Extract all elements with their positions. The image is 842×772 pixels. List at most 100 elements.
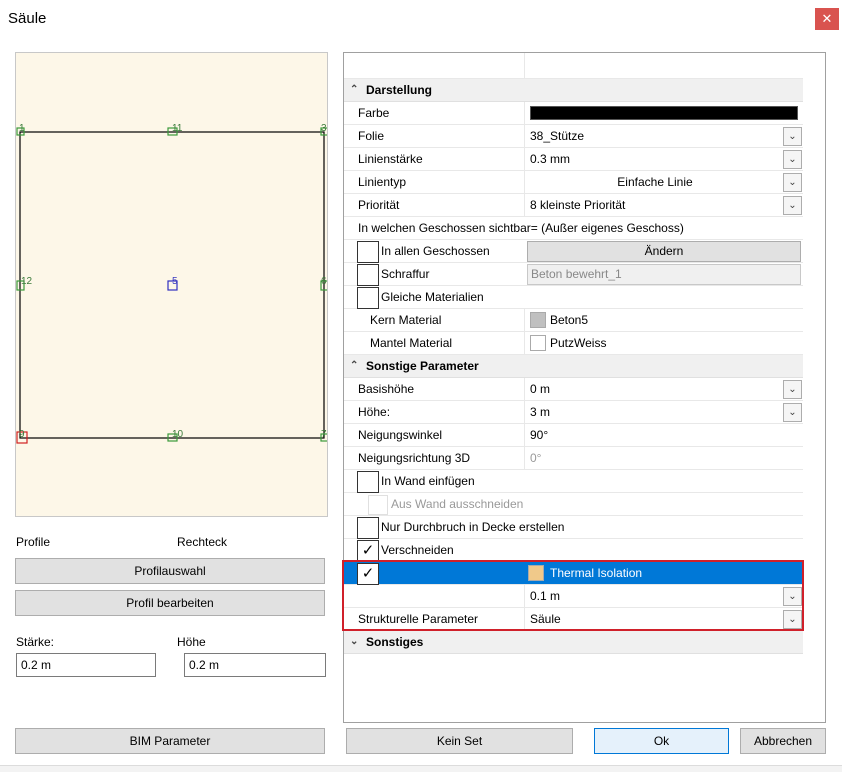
hoehe-grid-label: Höhe:	[344, 401, 525, 424]
close-icon: ✕	[821, 11, 833, 26]
hoehe-label: Höhe	[177, 635, 206, 649]
point-label-10: 10	[172, 429, 184, 440]
point-label-5: 5	[172, 276, 178, 287]
row-hoehe: Höhe: 3 m ⌄	[344, 401, 804, 424]
chevron-down-icon[interactable]: ⌄	[783, 173, 802, 192]
point-label-7: 7	[321, 429, 327, 440]
folie-label: Folie	[344, 125, 525, 148]
in-allen-checkbox[interactable]	[357, 241, 379, 263]
window-title: Säule	[8, 10, 47, 27]
chevron-down-icon[interactable]: ⌄	[783, 196, 802, 215]
nur-durchbruch-checkbox[interactable]	[357, 517, 379, 539]
row-linienstaerke: Linienstärke 0.3 mm ⌄	[344, 148, 804, 171]
profile-value: Rechteck	[177, 535, 228, 549]
section-label: Sonstiges	[366, 635, 424, 649]
point-label-6: 6	[321, 276, 327, 287]
chevron-down-icon[interactable]: ⌄	[783, 150, 802, 169]
close-button[interactable]: ✕	[815, 8, 839, 30]
bim-parameter-button[interactable]: BIM Parameter	[15, 728, 325, 754]
kern-material-value[interactable]: Beton5	[526, 309, 804, 332]
row-verschneiden: ✓ Verschneiden	[344, 539, 804, 562]
row-gleiche-materialien: Gleiche Materialien	[344, 286, 804, 309]
verschneiden-label: Verschneiden	[381, 543, 454, 557]
chevron-down-icon[interactable]: ⌄	[783, 127, 802, 146]
neigungsrichtung-value[interactable]: 0°	[526, 447, 804, 470]
row-schraffur: Schraffur Beton bewehrt_1	[344, 263, 804, 286]
section-label: Darstellung	[366, 83, 433, 97]
row-in-wand: In Wand einfügen	[344, 470, 804, 493]
prioritaet-label: Priorität	[344, 194, 525, 217]
folie-value: 38_Stütze	[530, 129, 585, 143]
profil-bearbeiten-button[interactable]: Profil bearbeiten	[15, 590, 325, 616]
schraffur-field[interactable]: Beton bewehrt_1	[527, 264, 801, 285]
row-neigungsrichtung: Neigungsrichtung 3D 0°	[344, 447, 804, 470]
schraffur-label: Schraffur	[381, 267, 430, 281]
profilauswahl-button[interactable]: Profilauswahl	[15, 558, 325, 584]
section-darstellung[interactable]: ⌃ Darstellung	[344, 79, 804, 102]
row-kern-material: Kern Material Beton5	[344, 309, 804, 332]
linienstaerke-select[interactable]: 0.3 mm ⌄	[526, 148, 804, 171]
mantel-material-name: PutzWeiss	[550, 336, 607, 350]
linientyp-value: Einfache Linie	[617, 175, 693, 189]
neigungsrichtung-label: Neigungsrichtung 3D	[344, 447, 525, 470]
kern-material-label: Kern Material	[344, 309, 525, 332]
hoehe-select[interactable]: 3 m ⌄	[526, 401, 804, 424]
point-label-12: 12	[21, 276, 33, 287]
aus-wand-checkbox[interactable]	[368, 495, 388, 515]
aendern-button[interactable]: Ändern	[527, 241, 801, 262]
row-linientyp: Linientyp Einfache Linie ⌄	[344, 171, 804, 194]
row-mantel-material: Mantel Material PutzWeiss	[344, 332, 804, 355]
gleiche-materialien-label: Gleiche Materialien	[381, 290, 484, 304]
neigungswinkel-value[interactable]: 90°	[526, 424, 804, 447]
prioritaet-value: 8 kleinste Priorität	[530, 198, 626, 212]
abbrechen-button[interactable]: Abbrechen	[740, 728, 826, 754]
point-label-3: 3	[321, 123, 327, 134]
kein-set-button[interactable]: Kein Set	[346, 728, 573, 754]
farbe-label: Farbe	[344, 102, 525, 125]
grid-scrollbar[interactable]	[803, 53, 825, 722]
title-bar	[0, 0, 842, 38]
basishoehe-select[interactable]: 0 m ⌄	[526, 378, 804, 401]
staerke-input[interactable]: 0.2 m	[16, 653, 156, 677]
hoehe-input[interactable]: 0.2 m	[184, 653, 326, 677]
collapse-icon: ⌃	[350, 360, 359, 371]
chevron-down-icon[interactable]: ⌄	[783, 403, 802, 422]
verschneiden-checkbox[interactable]: ✓	[357, 540, 379, 562]
basishoehe-value: 0 m	[530, 382, 551, 396]
gleiche-materialien-checkbox[interactable]	[357, 287, 379, 309]
chevron-down-icon[interactable]: ⌄	[783, 380, 802, 399]
in-wand-checkbox[interactable]	[357, 471, 379, 493]
mantel-material-swatch[interactable]	[530, 335, 546, 351]
row-folie: Folie 38_Stütze ⌄	[344, 125, 804, 148]
farbe-value[interactable]	[526, 102, 804, 125]
row-prioritaet: Priorität 8 kleinste Priorität ⌄	[344, 194, 804, 217]
profile-preview[interactable]: 1 11 3 12 5 6 9 10 7	[15, 52, 328, 517]
highlight-frame	[342, 560, 804, 631]
ok-button[interactable]: Ok	[594, 728, 729, 754]
schraffur-checkbox[interactable]	[357, 264, 379, 286]
linienstaerke-label: Linienstärke	[344, 148, 525, 171]
aus-wand-label: Aus Wand ausschneiden	[391, 497, 524, 511]
row-sichtbar: In welchen Geschossen sichtbar= (Außer e…	[344, 217, 804, 240]
point-label-9: 9	[19, 429, 25, 440]
profile-label: Profile	[16, 535, 51, 549]
in-wand-label: In Wand einfügen	[381, 474, 475, 488]
kern-material-swatch[interactable]	[530, 312, 546, 328]
linientyp-label: Linientyp	[344, 171, 525, 194]
mantel-material-value[interactable]: PutzWeiss	[526, 332, 804, 355]
farbe-color-bar[interactable]	[530, 106, 798, 120]
nur-durchbruch-label: Nur Durchbruch in Decke erstellen	[381, 520, 565, 534]
staerke-label: Stärke:	[16, 635, 55, 649]
neigungswinkel-label: Neigungswinkel	[344, 424, 525, 447]
hoehe-grid-value: 3 m	[530, 405, 551, 419]
point-label-1: 1	[19, 123, 25, 134]
prioritaet-select[interactable]: 8 kleinste Priorität ⌄	[526, 194, 804, 217]
basishoehe-label: Basishöhe	[344, 378, 525, 401]
section-sonstiges[interactable]: ⌄ Sonstiges	[344, 631, 804, 654]
mantel-material-label: Mantel Material	[344, 332, 525, 355]
section-sonstige-parameter[interactable]: ⌃ Sonstige Parameter	[344, 355, 804, 378]
collapse-icon: ⌃	[350, 84, 359, 95]
linientyp-select[interactable]: Einfache Linie ⌄	[526, 171, 804, 194]
folie-select[interactable]: 38_Stütze ⌄	[526, 125, 804, 148]
row-aus-wand: Aus Wand ausschneiden	[344, 493, 804, 516]
